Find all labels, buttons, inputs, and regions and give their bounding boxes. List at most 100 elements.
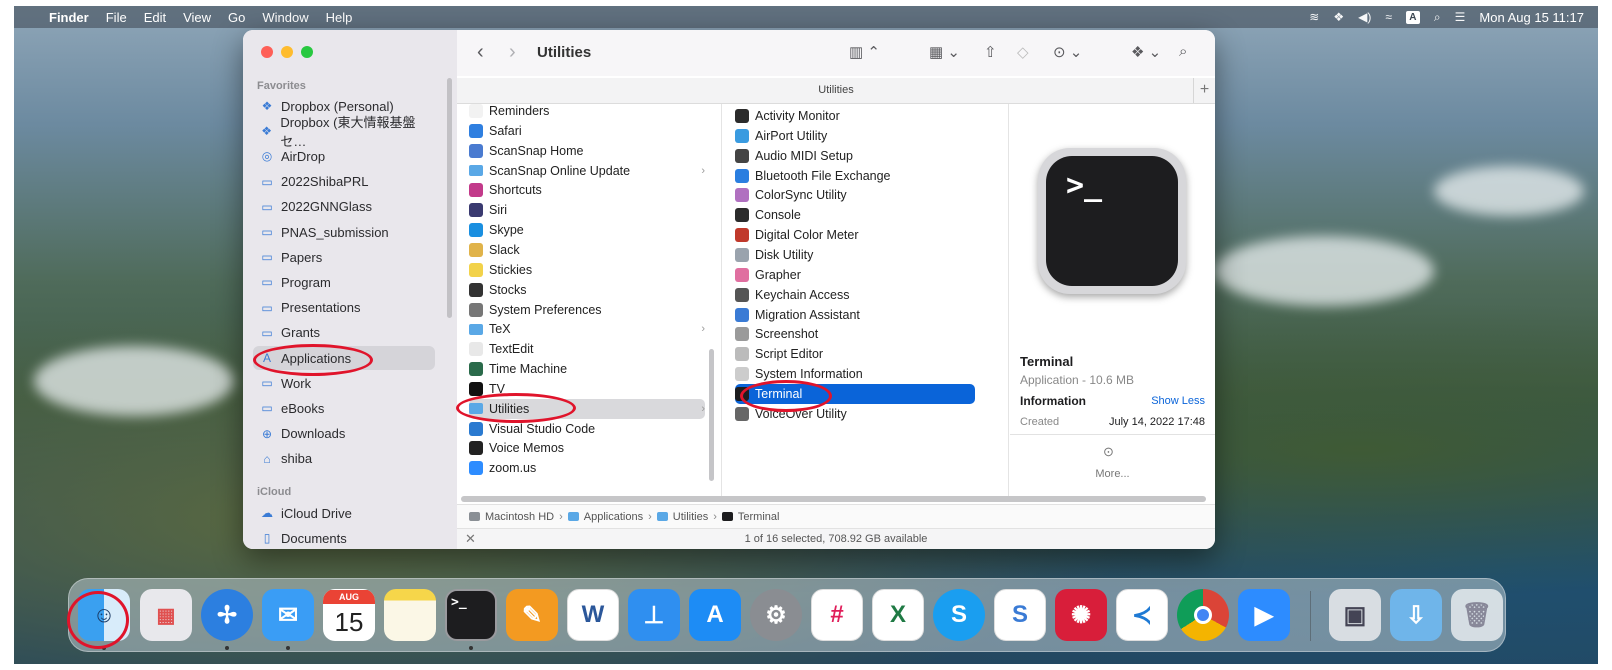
list-item[interactable]: Stickies <box>469 260 705 280</box>
list-item[interactable]: Screenshot <box>735 324 975 344</box>
close-button[interactable] <box>261 46 273 58</box>
list-item[interactable]: ScanSnap Online Update › <box>469 161 705 181</box>
finder-icon[interactable]: ☺ <box>78 589 130 641</box>
sidebar-item-documents[interactable]: ▯ Documents <box>253 526 435 549</box>
sidebar-item-program[interactable]: ▭ Program <box>253 270 435 294</box>
sidebar-item-grants[interactable]: ▭ Grants <box>253 321 435 345</box>
menu-file[interactable]: File <box>106 10 127 25</box>
show-less-link[interactable]: Show Less <box>1151 395 1205 407</box>
list-item[interactable]: TextEdit <box>469 339 705 359</box>
system-preferences-icon[interactable]: ⚙ <box>750 589 802 641</box>
menu-edit[interactable]: Edit <box>144 10 166 25</box>
zoom-icon[interactable]: ▶ <box>1238 589 1290 641</box>
sidebar-item-2022gnnglass[interactable]: ▭ 2022GNNGlass <box>253 195 435 219</box>
list-item[interactable]: Console <box>735 205 975 225</box>
pages-icon[interactable]: ✎ <box>506 589 558 641</box>
wifi-off-icon[interactable]: ≈ <box>1385 10 1392 24</box>
more-button[interactable]: More... <box>1010 468 1215 480</box>
list-item[interactable]: Bluetooth File Exchange <box>735 166 975 186</box>
list-item[interactable]: Shortcuts <box>469 180 705 200</box>
group-icon[interactable]: ▦ ⌄ <box>929 43 960 61</box>
menu-help[interactable]: Help <box>326 10 353 25</box>
new-tab-button[interactable]: + <box>1193 78 1215 103</box>
launchpad-icon[interactable]: ▦ <box>140 589 192 641</box>
list-item[interactable]: ColorSync Utility <box>735 185 975 205</box>
list-item[interactable]: Voice Memos <box>469 438 705 458</box>
list-item[interactable]: Grapher <box>735 265 975 285</box>
app-menu-finder[interactable]: Finder <box>49 10 89 25</box>
menu-go[interactable]: Go <box>228 10 245 25</box>
list-item[interactable]: Keychain Access <box>735 285 975 305</box>
sidebar-item-airdrop[interactable]: ◎ AirDrop <box>253 144 435 168</box>
keynote-icon[interactable]: ⊥ <box>628 589 680 641</box>
sidebar-item-dropbox-[interactable]: ❖ Dropbox (東大情報基盤セ… <box>253 115 435 149</box>
list-item[interactable]: Disk Utility <box>735 245 975 265</box>
path-terminal[interactable]: Terminal <box>738 511 780 523</box>
list-item[interactable]: Slack <box>469 240 705 260</box>
notes-icon[interactable] <box>384 589 436 641</box>
tag-icon[interactable]: ◇ <box>1017 43 1029 61</box>
word-icon[interactable]: W <box>567 589 619 641</box>
close-path-icon[interactable]: ✕ <box>465 529 476 549</box>
list-item[interactable]: Safari <box>469 121 705 141</box>
terminal-icon[interactable]: >_ <box>445 589 497 641</box>
horizontal-scrollbar[interactable] <box>461 496 1206 502</box>
menu-clock[interactable]: Mon Aug 15 11:17 <box>1479 10 1584 25</box>
path-macintosh-hd[interactable]: Macintosh HD <box>485 511 554 523</box>
search-icon[interactable]: ⌕ <box>1434 10 1441 25</box>
safari-icon[interactable]: ✢ <box>201 589 253 641</box>
sidebar-item-papers[interactable]: ▭ Papers <box>253 245 435 269</box>
back-button[interactable]: ‹ <box>477 41 484 64</box>
list-item[interactable]: ScanSnap Home <box>469 141 705 161</box>
list-item[interactable]: Audio MIDI Setup <box>735 146 975 166</box>
chrome-icon[interactable] <box>1177 589 1229 641</box>
share-icon[interactable]: ⇧ <box>984 43 997 61</box>
mendeley-icon[interactable]: ✺ <box>1055 589 1107 641</box>
list-item[interactable]: Utilities › <box>469 398 705 419</box>
column-scrollbar[interactable] <box>709 349 714 481</box>
sidebar-item-work[interactable]: ▭ Work <box>253 371 435 395</box>
minimize-button[interactable] <box>281 46 293 58</box>
search-icon[interactable]: ⌕ <box>1179 43 1187 60</box>
preview-icon[interactable]: ▣ <box>1329 589 1381 641</box>
sidebar-item-ebooks[interactable]: ▭ eBooks <box>253 396 435 420</box>
list-item[interactable]: Digital Color Meter <box>735 225 975 245</box>
list-item[interactable]: Activity Monitor <box>735 106 975 126</box>
list-item[interactable]: zoom.us <box>469 458 705 478</box>
list-item[interactable]: System Information <box>735 364 975 384</box>
downloads-stack-icon[interactable]: ⇩ <box>1390 589 1442 641</box>
scansnap-icon[interactable]: S <box>994 589 1046 641</box>
zoom-button[interactable] <box>301 46 313 58</box>
sidebar-item-pnas-submission[interactable]: ▭ PNAS_submission <box>253 220 435 244</box>
sidebar-item-2022shibaprl[interactable]: ▭ 2022ShibaPRL <box>253 170 435 194</box>
list-item[interactable]: Stocks <box>469 280 705 300</box>
trash-icon[interactable]: 🗑 <box>1451 589 1503 641</box>
view-columns-icon[interactable]: ▥ ⌃ <box>849 43 880 61</box>
sidebar-item-downloads[interactable]: ⊕ Downloads <box>253 422 435 446</box>
calendar-icon[interactable]: AUG 15 <box>323 589 375 641</box>
input-source-icon[interactable]: A <box>1405 10 1420 24</box>
list-item[interactable]: Terminal <box>735 383 975 404</box>
list-item[interactable]: TV <box>469 379 705 399</box>
list-item[interactable]: Migration Assistant <box>735 305 975 325</box>
vscode-icon[interactable]: ≺ <box>1116 589 1168 641</box>
list-item[interactable]: Siri <box>469 200 705 220</box>
mail-icon[interactable]: ✉ <box>262 589 314 641</box>
sidebar-item-applications[interactable]: A Applications <box>253 346 435 370</box>
tab-utilities[interactable]: Utilities <box>818 84 853 96</box>
list-item[interactable]: VoiceOver Utility <box>735 404 975 424</box>
sidebar-scrollbar[interactable] <box>447 78 452 318</box>
volume-icon[interactable]: ◀︎) <box>1358 10 1371 24</box>
menu-window[interactable]: Window <box>262 10 308 25</box>
action-icon[interactable]: ⊙ ⌄ <box>1053 43 1082 61</box>
list-item[interactable]: TeX › <box>469 319 705 339</box>
more-icon[interactable]: ⊙ <box>1103 444 1114 460</box>
list-item[interactable]: Reminders <box>469 104 705 121</box>
sidebar-item-shiba[interactable]: ⌂ shiba <box>253 447 435 471</box>
list-item[interactable]: System Preferences <box>469 300 705 320</box>
app-store-icon[interactable]: A <box>689 589 741 641</box>
dropbox-icon[interactable]: ❖ <box>1333 10 1344 24</box>
sidebar-item-presentations[interactable]: ▭ Presentations <box>253 296 435 320</box>
skype-icon[interactable]: S <box>933 589 985 641</box>
path-applications[interactable]: Applications <box>584 511 643 523</box>
